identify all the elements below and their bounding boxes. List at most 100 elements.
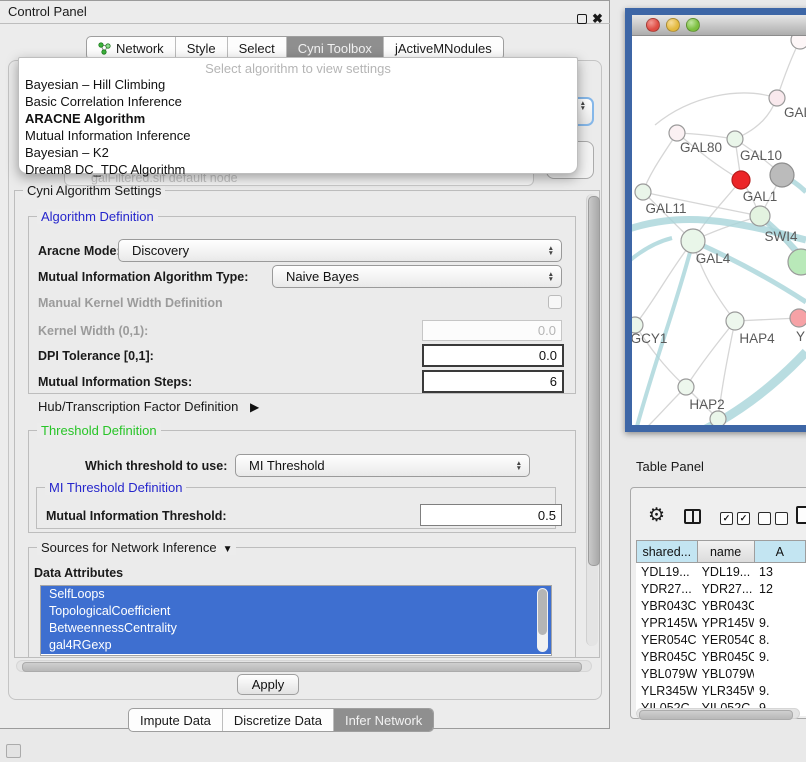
algorithm-option[interactable]: Basic Correlation Inference — [19, 93, 577, 110]
list-vertical-scrollbar[interactable] — [537, 588, 548, 652]
column-header-name[interactable]: name — [698, 540, 755, 563]
algorithm-option[interactable]: Bayesian – Hill Climbing — [19, 76, 577, 93]
algorithm-option[interactable]: ARACNE Algorithm — [19, 110, 577, 127]
table-horizontal-scrollbar-thumb[interactable] — [639, 710, 793, 720]
close-icon[interactable]: ✖ — [592, 11, 603, 27]
columns-icon[interactable] — [684, 509, 701, 524]
table-row[interactable]: YER054CYER054C8. — [636, 631, 806, 648]
stepper-arrows-icon: ▲▼ — [580, 101, 586, 111]
network-node[interactable] — [788, 249, 806, 275]
network-node[interactable] — [769, 90, 785, 106]
data-attribute-item[interactable]: BetweennessCentrality — [41, 620, 551, 637]
column-header-a[interactable]: A — [755, 540, 806, 563]
stepper-arrows-icon: ▲▼ — [548, 246, 554, 256]
network-canvas[interactable]: GALGAL80GAL10GAL1GAL11SWI4GAL4GCY1HAP4YH… — [632, 36, 806, 425]
tab-style[interactable]: Style — [175, 37, 227, 59]
kernel-width-input[interactable]: 0.0 — [422, 320, 562, 341]
table-cell: YBL079W — [697, 665, 754, 682]
manual-kernel-width-checkbox[interactable] — [548, 295, 562, 309]
aracne-mode-value: Discovery — [132, 243, 189, 258]
algorithm-option[interactable]: Mutual Information Inference — [19, 127, 577, 144]
minimized-panel-icon[interactable] — [6, 744, 21, 758]
dpi-tolerance-input[interactable]: 0.0 — [422, 344, 564, 367]
which-threshold-combo[interactable]: MI Threshold ▲▼ — [235, 454, 530, 477]
data-attributes-label: Data Attributes — [34, 566, 123, 580]
export-table-icon[interactable] — [796, 506, 806, 524]
data-attribute-item[interactable]: SelfLoops — [41, 586, 551, 603]
close-traffic-light-icon[interactable] — [646, 18, 660, 32]
table-body: YDL19...YDL19...13YDR27...YDR27...12YBR0… — [636, 563, 806, 716]
algorithm-option[interactable]: Bayesian – K2 — [19, 144, 577, 161]
stepper-arrows-icon: ▲▼ — [516, 461, 522, 471]
kernel-width-label: Kernel Width (0,1): — [38, 324, 148, 338]
table-cell: YER054C — [697, 631, 754, 648]
table-cell: YBR043C — [697, 597, 754, 614]
minimize-traffic-light-icon[interactable] — [666, 18, 680, 32]
sources-legend: Sources for Network Inference▼ — [37, 540, 236, 555]
tab-select[interactable]: Select — [227, 37, 286, 59]
zoom-traffic-light-icon[interactable] — [686, 18, 700, 32]
table-cell: YBR045C — [697, 648, 754, 665]
select-all-columns-icon[interactable]: ✓✓ — [720, 512, 750, 525]
tab-network[interactable]: Network — [87, 37, 175, 59]
network-node[interactable] — [678, 379, 694, 395]
tab-discretize-data[interactable]: Discretize Data — [222, 709, 333, 731]
settings-horizontal-scrollbar-thumb[interactable] — [22, 662, 582, 672]
network-node[interactable] — [681, 229, 705, 253]
hub-definition-label: Hub/Transcription Factor Definition — [38, 399, 238, 414]
table-cell: YBR045C — [636, 648, 697, 665]
table-row[interactable]: YBR045CYBR045C9. — [636, 648, 806, 665]
algorithm-option[interactable]: Dream8 DC_TDC Algorithm — [19, 161, 577, 178]
table-row[interactable]: YDR27...YDR27...12 — [636, 580, 806, 597]
settings-horizontal-scrollbar[interactable] — [16, 660, 592, 672]
tab-jactivemnodules[interactable]: jActiveMNodules — [383, 37, 503, 59]
bottom-tabbar: Impute Data Discretize Data Infer Networ… — [128, 708, 434, 732]
table-cell: YLR345W — [697, 682, 754, 699]
table-row[interactable]: YDL19...YDL19...13 — [636, 563, 806, 580]
stepper-arrows-icon: ▲▼ — [548, 272, 554, 282]
mi-steps-input[interactable]: 6 — [422, 370, 564, 393]
table-horizontal-scrollbar[interactable] — [636, 708, 800, 719]
table-cell: YLR345W — [636, 682, 697, 699]
network-node[interactable] — [635, 184, 651, 200]
network-node[interactable] — [669, 125, 685, 141]
network-node[interactable] — [727, 131, 743, 147]
table-row[interactable]: YBL079WYBL079W — [636, 665, 806, 682]
tab-network-label: Network — [116, 41, 164, 56]
list-vertical-scrollbar-thumb[interactable] — [538, 589, 547, 635]
gear-icon[interactable]: ⚙ — [648, 505, 665, 527]
aracne-mode-combo[interactable]: Discovery ▲▼ — [118, 239, 562, 262]
hub-definition-section[interactable]: Hub/Transcription Factor Definition ▶ — [38, 399, 259, 414]
table-cell: 9. — [754, 614, 806, 631]
column-header-shared-name[interactable]: shared... — [636, 540, 698, 563]
network-node-label: Y — [796, 329, 805, 344]
network-node[interactable] — [732, 171, 750, 189]
mi-threshold-input[interactable]: 0.5 — [420, 504, 562, 526]
network-node-label: GAL80 — [680, 140, 722, 155]
network-node[interactable] — [750, 206, 770, 226]
network-node[interactable] — [710, 411, 726, 425]
network-node[interactable] — [791, 36, 806, 49]
data-attributes-list[interactable]: SelfLoopsTopologicalCoefficientBetweenne… — [40, 585, 552, 656]
mi-algorithm-type-combo[interactable]: Naive Bayes ▲▼ — [272, 265, 562, 288]
float-window-icon[interactable] — [577, 14, 587, 24]
data-attribute-item[interactable]: TopologicalCoefficient — [41, 603, 551, 620]
deselect-all-columns-icon[interactable] — [758, 512, 788, 525]
network-node-label: GAL4 — [696, 251, 731, 266]
settings-vertical-scrollbar[interactable] — [586, 194, 598, 646]
network-graph: GALGAL80GAL10GAL1GAL11SWI4GAL4GCY1HAP4YH… — [632, 36, 806, 425]
network-window-titlebar[interactable] — [632, 15, 806, 36]
table-cell: 8. — [754, 631, 806, 648]
table-row[interactable]: YLR345WYLR345W9. — [636, 682, 806, 699]
tab-cyni-toolbox[interactable]: Cyni Toolbox — [286, 37, 383, 59]
tab-infer-network[interactable]: Infer Network — [333, 709, 433, 731]
apply-button[interactable]: Apply — [237, 674, 299, 695]
network-node[interactable] — [726, 312, 744, 330]
network-node[interactable] — [790, 309, 806, 327]
network-node[interactable] — [770, 163, 794, 187]
tab-impute-data[interactable]: Impute Data — [129, 709, 222, 731]
data-attribute-item[interactable]: gal4RGexp — [41, 637, 551, 654]
settings-vertical-scrollbar-thumb[interactable] — [588, 196, 600, 566]
table-row[interactable]: YBR043CYBR043C — [636, 597, 806, 614]
table-row[interactable]: YPR145WYPR145W9. — [636, 614, 806, 631]
